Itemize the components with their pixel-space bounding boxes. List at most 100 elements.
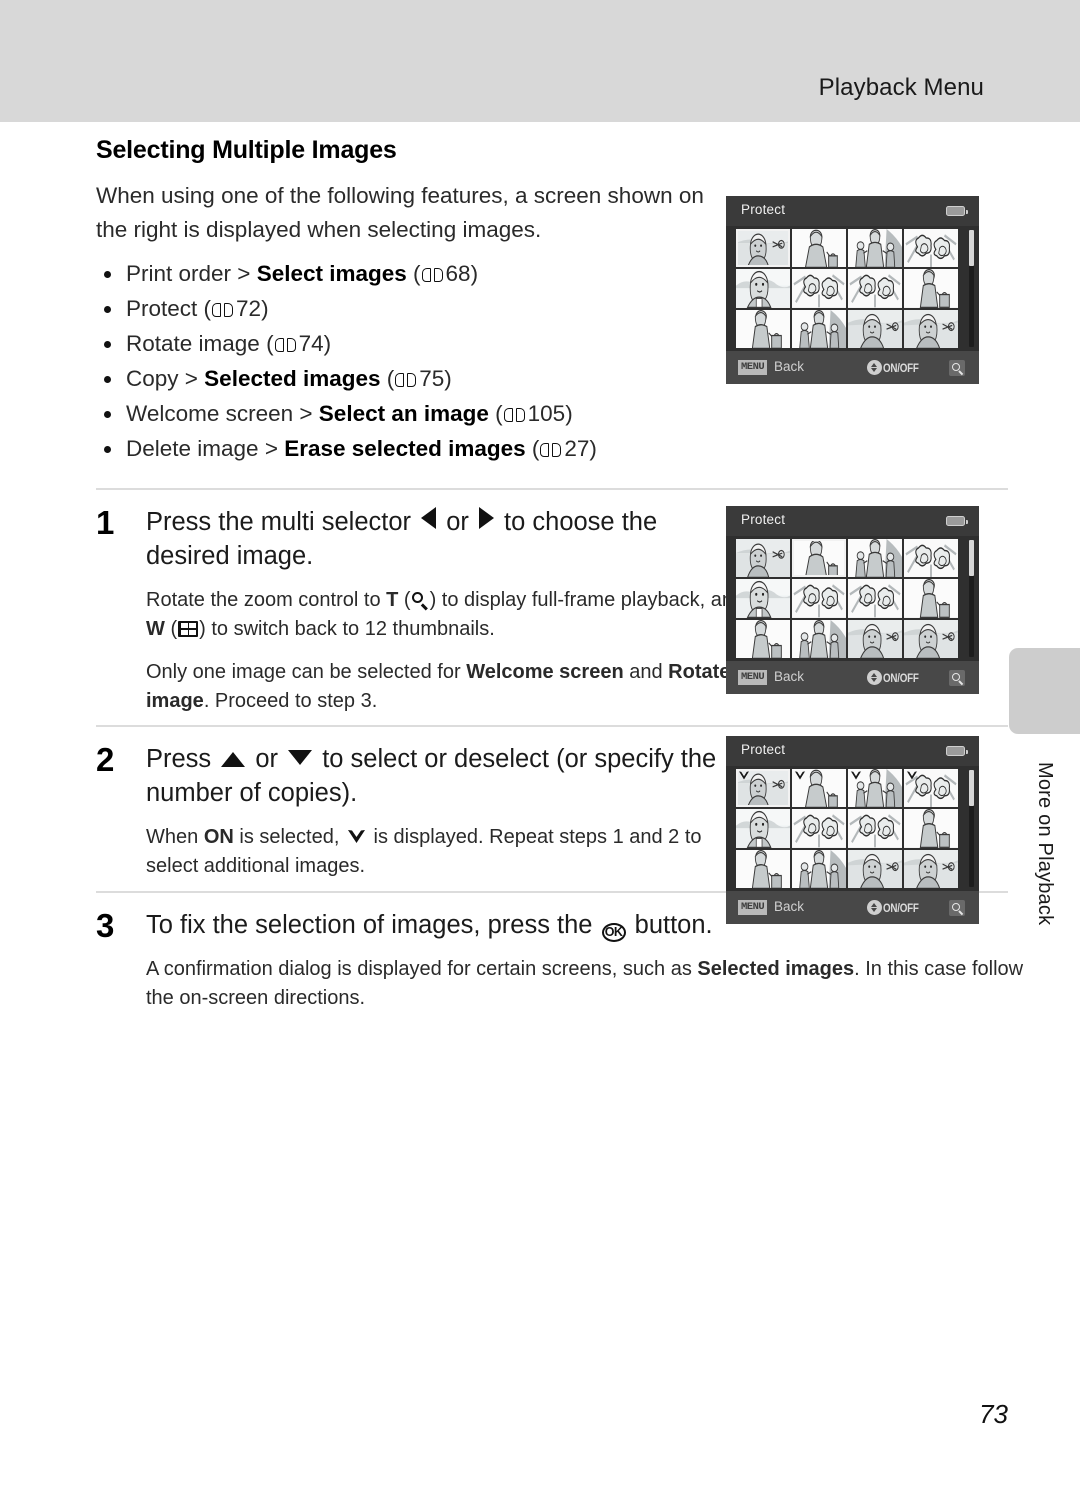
page-header-band: Playback Menu xyxy=(0,0,1080,122)
onoff-control[interactable]: ON/OFF xyxy=(867,670,927,685)
step-note-bold: ON xyxy=(203,826,234,849)
thumbnail-grid xyxy=(736,769,958,888)
thumbnail-cell[interactable] xyxy=(736,269,790,308)
thumbnail-cell[interactable] xyxy=(736,309,790,348)
step-note-text: ( xyxy=(164,618,178,641)
list-item-lead: Welcome screen > xyxy=(126,401,319,427)
step-number: 2 xyxy=(96,741,115,779)
thumbnail-cell[interactable] xyxy=(792,619,846,658)
onoff-control[interactable]: ON/OFF xyxy=(867,360,927,375)
list-item-page-ref: 72 xyxy=(236,295,262,321)
thumbnail-cell[interactable] xyxy=(904,849,958,888)
scrollbar-thumb[interactable] xyxy=(969,230,974,266)
step-note-text: Rotate the zoom control to xyxy=(146,589,387,612)
book-icon xyxy=(503,408,525,423)
step-note-text: and xyxy=(623,660,669,683)
step-number: 1 xyxy=(96,504,115,542)
thumbnail-cell[interactable] xyxy=(904,269,958,308)
thumbnail-cell[interactable] xyxy=(792,309,846,348)
thumbnail-cell[interactable] xyxy=(792,229,846,268)
thumbnail-cell[interactable] xyxy=(792,809,846,848)
thumbnail-cell[interactable] xyxy=(792,269,846,308)
onoff-label: ON/OFF xyxy=(883,360,920,375)
thumbnail-cell[interactable] xyxy=(848,269,902,308)
arrow-up-icon xyxy=(221,752,246,768)
zoom-tele-label: T xyxy=(386,589,399,612)
step-note: A confirmation dialog is displayed for c… xyxy=(146,955,1026,1013)
step-note: When ON is selected, is displayed. Repea… xyxy=(146,823,746,881)
thumbnail-cell[interactable] xyxy=(736,849,790,888)
thumbnail-cell[interactable] xyxy=(848,849,902,888)
step-note-text: A confirmation dialog is displayed for c… xyxy=(146,957,698,980)
thumbnail-cell[interactable] xyxy=(736,619,790,658)
camera-bottom-bar: MENU Back ON/OFF xyxy=(726,351,979,384)
battery-icon xyxy=(946,206,968,216)
camera-bottom-bar: MENU Back ON/OFF xyxy=(726,891,979,924)
zoom-magnifier-icon[interactable] xyxy=(949,360,965,376)
thumbnail-cell[interactable] xyxy=(848,579,902,618)
list-item: Welcome screen > Select an image (105) xyxy=(96,396,726,431)
list-item-lead: Rotate image xyxy=(126,331,267,357)
zoom-magnifier-icon[interactable] xyxy=(949,900,965,916)
intro-paragraph: When using one of the following features… xyxy=(96,183,704,243)
thumbnail-cell[interactable] xyxy=(792,849,846,888)
menu-button-chip[interactable]: MENU xyxy=(738,360,768,375)
thumbnail-cell[interactable] xyxy=(736,539,790,578)
book-icon xyxy=(395,373,417,388)
onoff-control[interactable]: ON/OFF xyxy=(867,900,927,915)
scrollbar-thumb[interactable] xyxy=(969,770,974,806)
step-note-text: ) to switch back to 12 thumbnails. xyxy=(199,618,495,641)
step-heading-text: To fix the selection of images, press th… xyxy=(146,910,600,939)
thumbnail-cell[interactable] xyxy=(736,579,790,618)
thumbnail-cell[interactable] xyxy=(792,769,846,808)
thumbnail-cell[interactable] xyxy=(904,229,958,268)
scrollbar[interactable] xyxy=(969,230,974,347)
thumbnail-cell[interactable] xyxy=(736,769,790,808)
thumbnail-checkmark-icon xyxy=(906,770,918,781)
camera-bottom-bar: MENU Back ON/OFF xyxy=(726,661,979,694)
step-note: Only one image can be selected for Welco… xyxy=(146,658,746,716)
thumbnail-cell[interactable] xyxy=(904,619,958,658)
scrollbar-thumb[interactable] xyxy=(969,540,974,576)
thumbnail-cell[interactable] xyxy=(848,539,902,578)
updown-arrows-icon xyxy=(867,360,883,375)
side-tab-block xyxy=(1009,648,1080,734)
thumbnail-grid-area xyxy=(726,226,979,351)
list-item-page-ref: 75 xyxy=(419,366,445,392)
thumbnail-cell[interactable] xyxy=(904,539,958,578)
thumbnail-cell[interactable] xyxy=(792,539,846,578)
updown-arrows-icon xyxy=(867,900,883,915)
thumbnail-cell[interactable] xyxy=(848,619,902,658)
thumbnail-cell[interactable] xyxy=(848,229,902,268)
scrollbar[interactable] xyxy=(969,540,974,657)
thumbnail-cell[interactable] xyxy=(904,809,958,848)
thumbnail-cell[interactable] xyxy=(848,769,902,808)
list-item: Print order > Select images (68) xyxy=(96,256,726,291)
step-note-text: ) to display full-frame playback, and xyxy=(429,589,745,612)
thumbnail-cell[interactable] xyxy=(848,809,902,848)
list-item-page-ref: 74 xyxy=(298,331,324,357)
step-heading-text: Press xyxy=(146,745,219,774)
zoom-magnifier-icon[interactable] xyxy=(949,670,965,686)
step-heading-text: or xyxy=(248,745,286,774)
camera-title-bar: Protect xyxy=(726,506,979,536)
thumbnail-cell[interactable] xyxy=(848,309,902,348)
battery-icon xyxy=(946,746,968,756)
thumbnail-checkmark-icon xyxy=(738,770,750,781)
thumbnail-cell[interactable] xyxy=(736,809,790,848)
menu-button-chip[interactable]: MENU xyxy=(738,670,768,685)
menu-button-chip[interactable]: MENU xyxy=(738,900,768,915)
side-tab: More on Playback xyxy=(1009,734,1080,954)
book-icon xyxy=(212,302,234,318)
arrow-left-icon xyxy=(421,507,437,530)
thumbnail-cell[interactable] xyxy=(904,309,958,348)
list-item-bold: Select images xyxy=(256,260,407,286)
thumbnail-cell[interactable] xyxy=(904,769,958,808)
thumbnail-cell[interactable] xyxy=(904,579,958,618)
step-heading-text: Press the multi selector xyxy=(146,508,419,537)
scrollbar[interactable] xyxy=(969,770,974,887)
step-note-text: Only one image can be selected for xyxy=(146,660,467,683)
thumbnail-cell[interactable] xyxy=(736,229,790,268)
thumbnail-grid-area xyxy=(726,536,979,661)
thumbnail-cell[interactable] xyxy=(792,579,846,618)
